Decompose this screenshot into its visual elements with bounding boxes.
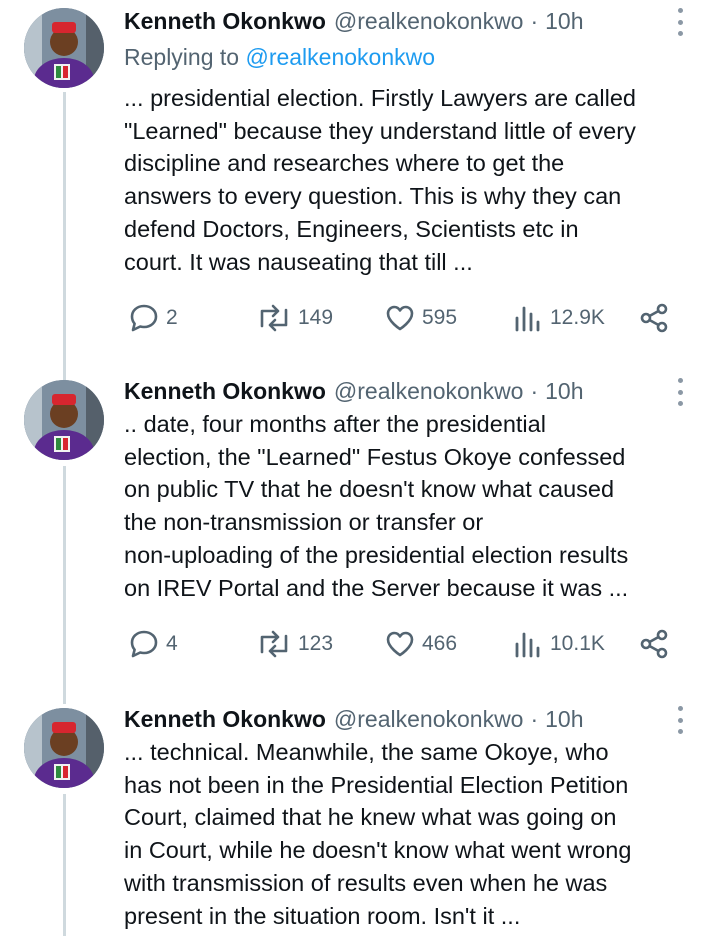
tweet-text-line: with transmission of results even when h… [124, 869, 608, 896]
repost-count: 123 [298, 632, 334, 655]
share-button[interactable] [638, 298, 670, 338]
views-icon [515, 632, 540, 658]
tweet-text: .. date, four months after the president… [124, 408, 714, 604]
tweet-text-line: has not been in the Presidential Electio… [124, 771, 629, 798]
tweet-text-line: ... technical. Meanwhile, the same Okoye… [124, 739, 609, 765]
timestamp[interactable]: 10h [545, 706, 583, 733]
repost-icon [260, 630, 288, 658]
replying-to: Replying to @realkenokonkwo [124, 44, 435, 71]
like-count: 595 [422, 306, 458, 329]
reply-count: 4 [166, 632, 178, 655]
more-options-icon[interactable] [670, 8, 690, 36]
tweet-text: ... technical. Meanwhile, the same Okoye… [124, 736, 714, 932]
tweet-text: ... presidential election. Firstly Lawye… [124, 82, 714, 278]
more-options-icon[interactable] [670, 378, 690, 406]
repost-icon [260, 304, 288, 332]
tweet-text-line: in Court, while he doesn't know what wen… [124, 837, 632, 864]
mention-link[interactable]: @realkenokonkwo [245, 44, 435, 70]
tweet-text-line: on public TV that he doesn't know what c… [124, 476, 615, 503]
like-button[interactable]: 466 [384, 624, 457, 664]
author-name[interactable]: Kenneth Okonkwo [124, 8, 326, 35]
repost-count: 149 [298, 306, 334, 329]
tweet-header: Kenneth Okonkwo @realkenokonkwo · 10h [124, 374, 584, 408]
tweet-text-line: answers to every question. This is why t… [124, 183, 622, 210]
replying-prefix: Replying to [124, 44, 240, 70]
timestamp[interactable]: 10h [545, 378, 583, 405]
separator-dot: · [530, 7, 539, 34]
tweet-text-line: "Learned" because they understand little… [124, 117, 636, 144]
tweet[interactable]: Kenneth Okonkwo @realkenokonkwo · 10h ..… [0, 374, 720, 684]
author-handle[interactable]: @realkenokonkwo [334, 706, 524, 733]
views-count: 10.1K [550, 632, 605, 655]
tweet-text-line: .. date, four months after the president… [124, 411, 546, 437]
reply-icon [130, 630, 158, 658]
more-options-icon[interactable] [670, 706, 690, 734]
tweet[interactable]: Kenneth Okonkwo @realkenokonkwo · 10h Re… [0, 4, 720, 354]
views-count: 12.9K [550, 306, 605, 329]
tweet-text-line: election, the "Learned" Festus Okoye con… [124, 443, 626, 470]
like-button[interactable]: 595 [384, 298, 457, 338]
author-name[interactable]: Kenneth Okonkwo [124, 378, 326, 405]
tweet-text-line: defend Doctors, Engineers, Scientists et… [124, 215, 579, 242]
tweet-header: Kenneth Okonkwo @realkenokonkwo · 10h [124, 4, 584, 38]
share-icon [640, 303, 668, 333]
tweet-text-line: the non-transmission or transfer or [124, 509, 484, 536]
action-bar: 4 123 466 10.1K [0, 624, 720, 664]
heart-icon [386, 631, 414, 657]
author-handle[interactable]: @realkenokonkwo [334, 8, 524, 35]
author-handle[interactable]: @realkenokonkwo [334, 378, 524, 405]
timestamp[interactable]: 10h [545, 8, 583, 35]
tweet-text-line: ... presidential election. Firstly Lawye… [124, 85, 636, 111]
tweet[interactable]: Kenneth Okonkwo @realkenokonkwo · 10h ..… [0, 702, 720, 936]
avatar[interactable] [24, 380, 104, 460]
reply-button[interactable]: 4 [128, 624, 178, 664]
share-button[interactable] [638, 624, 670, 664]
tweet-text-line: present in the situation room. Isn't it … [124, 902, 521, 929]
tweet-text-line: Court, claimed that he knew what was goi… [124, 804, 617, 831]
share-icon [640, 629, 668, 659]
tweet-text-line: discipline and researches where to get t… [124, 150, 565, 177]
action-bar: 2 149 595 12.9K [0, 298, 720, 338]
avatar[interactable] [24, 8, 104, 88]
tweet-text-line: non-uploading of the presidential electi… [124, 541, 629, 568]
author-name[interactable]: Kenneth Okonkwo [124, 706, 326, 733]
tweet-text-line: on IREV Portal and the Server because it… [124, 574, 629, 601]
reply-button[interactable]: 2 [128, 298, 178, 338]
views-button[interactable]: 10.1K [512, 624, 605, 664]
tweet-header: Kenneth Okonkwo @realkenokonkwo · 10h [124, 702, 584, 736]
separator-dot: · [530, 377, 539, 404]
views-icon [515, 306, 540, 332]
views-button[interactable]: 12.9K [512, 298, 605, 338]
repost-button[interactable]: 149 [256, 298, 333, 338]
reply-icon [130, 304, 158, 332]
separator-dot: · [530, 705, 539, 732]
repost-button[interactable]: 123 [256, 624, 333, 664]
tweet-text-line: court. It was nauseating that till ... [124, 248, 473, 275]
like-count: 466 [422, 632, 458, 655]
reply-count: 2 [166, 306, 178, 329]
heart-icon [386, 305, 414, 331]
avatar[interactable] [24, 708, 104, 788]
